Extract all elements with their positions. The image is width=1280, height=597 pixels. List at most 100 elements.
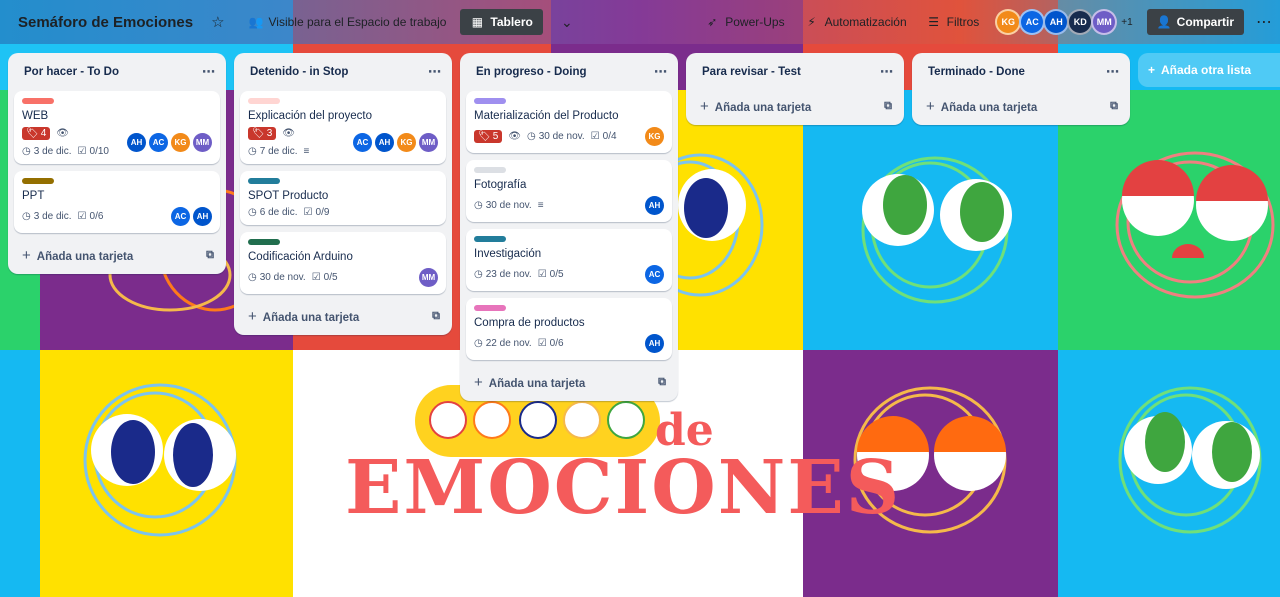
more-members-count[interactable]: +1 <box>1121 17 1132 28</box>
avatar[interactable]: AH <box>645 196 664 215</box>
card-badges: ◷ 3 de dic. ☑ 0/6 <box>22 211 103 222</box>
card[interactable]: Materialización del Producto 🏷 5 👁 ◷ 30 de no… <box>466 91 672 153</box>
card-label[interactable] <box>22 178 54 184</box>
avatar[interactable]: AH <box>193 207 212 226</box>
board-members[interactable]: KG AC AH KD MM +1 <box>995 9 1133 35</box>
avatar[interactable]: AC <box>353 132 372 152</box>
checklist-count: 0/4 <box>602 131 617 142</box>
avatar[interactable]: AH <box>375 132 394 152</box>
card-members: AC AH <box>171 207 212 226</box>
board-lists: Por hacer - To Do ⋯ WEB 🏷 4 👁 ◷ 3 de dic. ☑ 0/10 A… <box>8 53 1280 401</box>
card-label[interactable] <box>474 236 506 242</box>
avatar[interactable]: MM <box>193 132 212 152</box>
share-button[interactable]: 👤 Compartir <box>1146 9 1244 35</box>
chevron-down-icon[interactable]: ⌄ <box>547 8 587 36</box>
avatar[interactable]: KG <box>645 127 664 146</box>
card-members: AC <box>645 265 664 284</box>
card-label[interactable] <box>474 305 506 311</box>
power-ups-button[interactable]: ➶ Power-Ups <box>697 8 792 36</box>
visibility-button[interactable]: 👥 Visible para el Espacio de trabajo <box>241 8 455 36</box>
card-template-icon[interactable]: ⧉ <box>1110 100 1118 113</box>
clock-icon: ◷ <box>474 269 483 280</box>
checklist-count: 0/6 <box>89 211 104 222</box>
card[interactable]: Explicación del proyecto 🏷 3 👁 ◷ 7 de dic. ≡ AC… <box>240 91 446 164</box>
card-title: Materialización del Producto <box>474 110 619 122</box>
plus-icon: + <box>926 97 935 115</box>
board-title[interactable]: Semáforo de Emociones <box>18 14 193 31</box>
add-card-label-wrap: + Añada una tarjeta <box>474 374 585 391</box>
card[interactable]: Compra de productos ◷ 22 de nov. ☑ 0/6 AH <box>466 298 672 360</box>
avatar[interactable]: KG <box>397 132 416 152</box>
list-menu-icon[interactable]: ⋯ <box>202 64 216 80</box>
thumb-icon: 🏷 <box>478 131 491 142</box>
checklist-badge: ☑ 0/6 <box>78 211 104 222</box>
star-icon[interactable]: ☆ <box>203 8 232 36</box>
list-menu-icon[interactable]: ⋯ <box>428 64 442 80</box>
card-label[interactable] <box>474 167 506 173</box>
card-template-icon[interactable]: ⧉ <box>884 100 892 113</box>
list: Para revisar - Test ⋯ + Añada una tarjeta ⧉ <box>686 53 904 125</box>
avatar[interactable]: MM <box>419 268 438 287</box>
card-template-icon[interactable]: ⧉ <box>658 376 666 389</box>
card-label[interactable] <box>248 239 280 245</box>
avatar[interactable]: AH <box>1043 9 1070 35</box>
list-title[interactable]: Para revisar - Test <box>702 66 801 78</box>
avatar[interactable]: AC <box>149 132 168 152</box>
list-menu-icon[interactable]: ⋯ <box>880 64 894 80</box>
due-date-badge: ◷ 7 de dic. <box>248 146 298 157</box>
card-template-icon[interactable]: ⧉ <box>432 310 440 323</box>
list-menu-icon[interactable]: ⋯ <box>1106 64 1120 80</box>
list-header[interactable]: Para revisar - Test ⋯ <box>692 53 898 91</box>
avatar[interactable]: KD <box>1067 9 1094 35</box>
board-view-button[interactable]: ▦ Tablero <box>460 9 543 35</box>
list-header[interactable]: Por hacer - To Do ⋯ <box>14 53 220 91</box>
card[interactable]: Codificación Arduino ◷ 30 de nov. ☑ 0/5 MM <box>240 232 446 294</box>
add-card-button[interactable]: + Añada una tarjeta ⧉ <box>240 301 446 331</box>
add-card-button[interactable]: + Añada una tarjeta ⧉ <box>692 91 898 121</box>
filters-button[interactable]: ☰ Filtros <box>919 8 988 36</box>
card-template-icon[interactable]: ⧉ <box>206 249 214 262</box>
list: Por hacer - To Do ⋯ WEB 🏷 4 👁 ◷ 3 de dic. ☑ 0/10 A… <box>8 53 226 274</box>
avatar[interactable]: MM <box>1091 9 1118 35</box>
plus-icon: + <box>474 373 483 391</box>
add-card-label: Añada una tarjeta <box>36 250 134 263</box>
wordmark-emociones: EMOCIONES <box>345 445 902 531</box>
avatar[interactable]: AH <box>645 334 664 353</box>
due-date: 3 de dic. <box>33 146 72 157</box>
avatar[interactable]: AH <box>127 132 146 152</box>
list-title[interactable]: Por hacer - To Do <box>24 66 119 78</box>
list-title[interactable]: Detenido - in Stop <box>250 66 348 78</box>
list-title[interactable]: Terminado - Done <box>928 66 1025 78</box>
card[interactable]: Investigación ◷ 23 de nov. ☑ 0/5 AC <box>466 229 672 291</box>
card-badges: ◷ 30 de nov. ≡ <box>474 200 544 211</box>
card-label[interactable] <box>22 98 54 104</box>
add-card-button[interactable]: + Añada una tarjeta ⧉ <box>918 91 1124 121</box>
list-header[interactable]: Detenido - in Stop ⋯ <box>240 53 446 91</box>
list-title[interactable]: En progreso - Doing <box>476 66 587 78</box>
avatar[interactable]: AC <box>645 265 664 284</box>
automation-button[interactable]: ⚡ Automatización <box>797 8 915 36</box>
votes-count: 4 <box>40 128 47 139</box>
add-list-button[interactable]: + Añada otra lista <box>1138 53 1280 87</box>
avatar[interactable]: AC <box>171 207 190 226</box>
list-header[interactable]: En progreso - Doing ⋯ <box>466 53 672 91</box>
card[interactable]: SPOT Producto ◷ 6 de dic. ☑ 0/9 <box>240 171 446 225</box>
card-label[interactable] <box>248 178 280 184</box>
add-card-button[interactable]: + Añada una tarjeta ⧉ <box>14 240 220 270</box>
avatar[interactable]: KG <box>171 132 190 152</box>
avatar[interactable]: AC <box>1019 9 1046 35</box>
card-label[interactable] <box>248 98 280 104</box>
avatar[interactable]: KG <box>995 9 1022 35</box>
list-header[interactable]: Terminado - Done ⋯ <box>918 53 1124 91</box>
add-card-button[interactable]: + Añada una tarjeta ⧉ <box>466 367 672 397</box>
card[interactable]: WEB 🏷 4 👁 ◷ 3 de dic. ☑ 0/10 AH AC KG MM <box>14 91 220 164</box>
card[interactable]: Fotografía ◷ 30 de nov. ≡ AH <box>466 160 672 222</box>
plus-icon: + <box>700 97 709 115</box>
card-label[interactable] <box>474 98 506 104</box>
card[interactable]: PPT ◷ 3 de dic. ☑ 0/6 AC AH <box>14 171 220 233</box>
list-menu-icon[interactable]: ⋯ <box>654 64 668 80</box>
plus-icon: + <box>22 246 31 264</box>
checkbox-icon: ☑ <box>537 338 547 349</box>
more-options-icon[interactable]: ⋯ <box>1256 12 1272 32</box>
avatar[interactable]: MM <box>419 132 438 152</box>
